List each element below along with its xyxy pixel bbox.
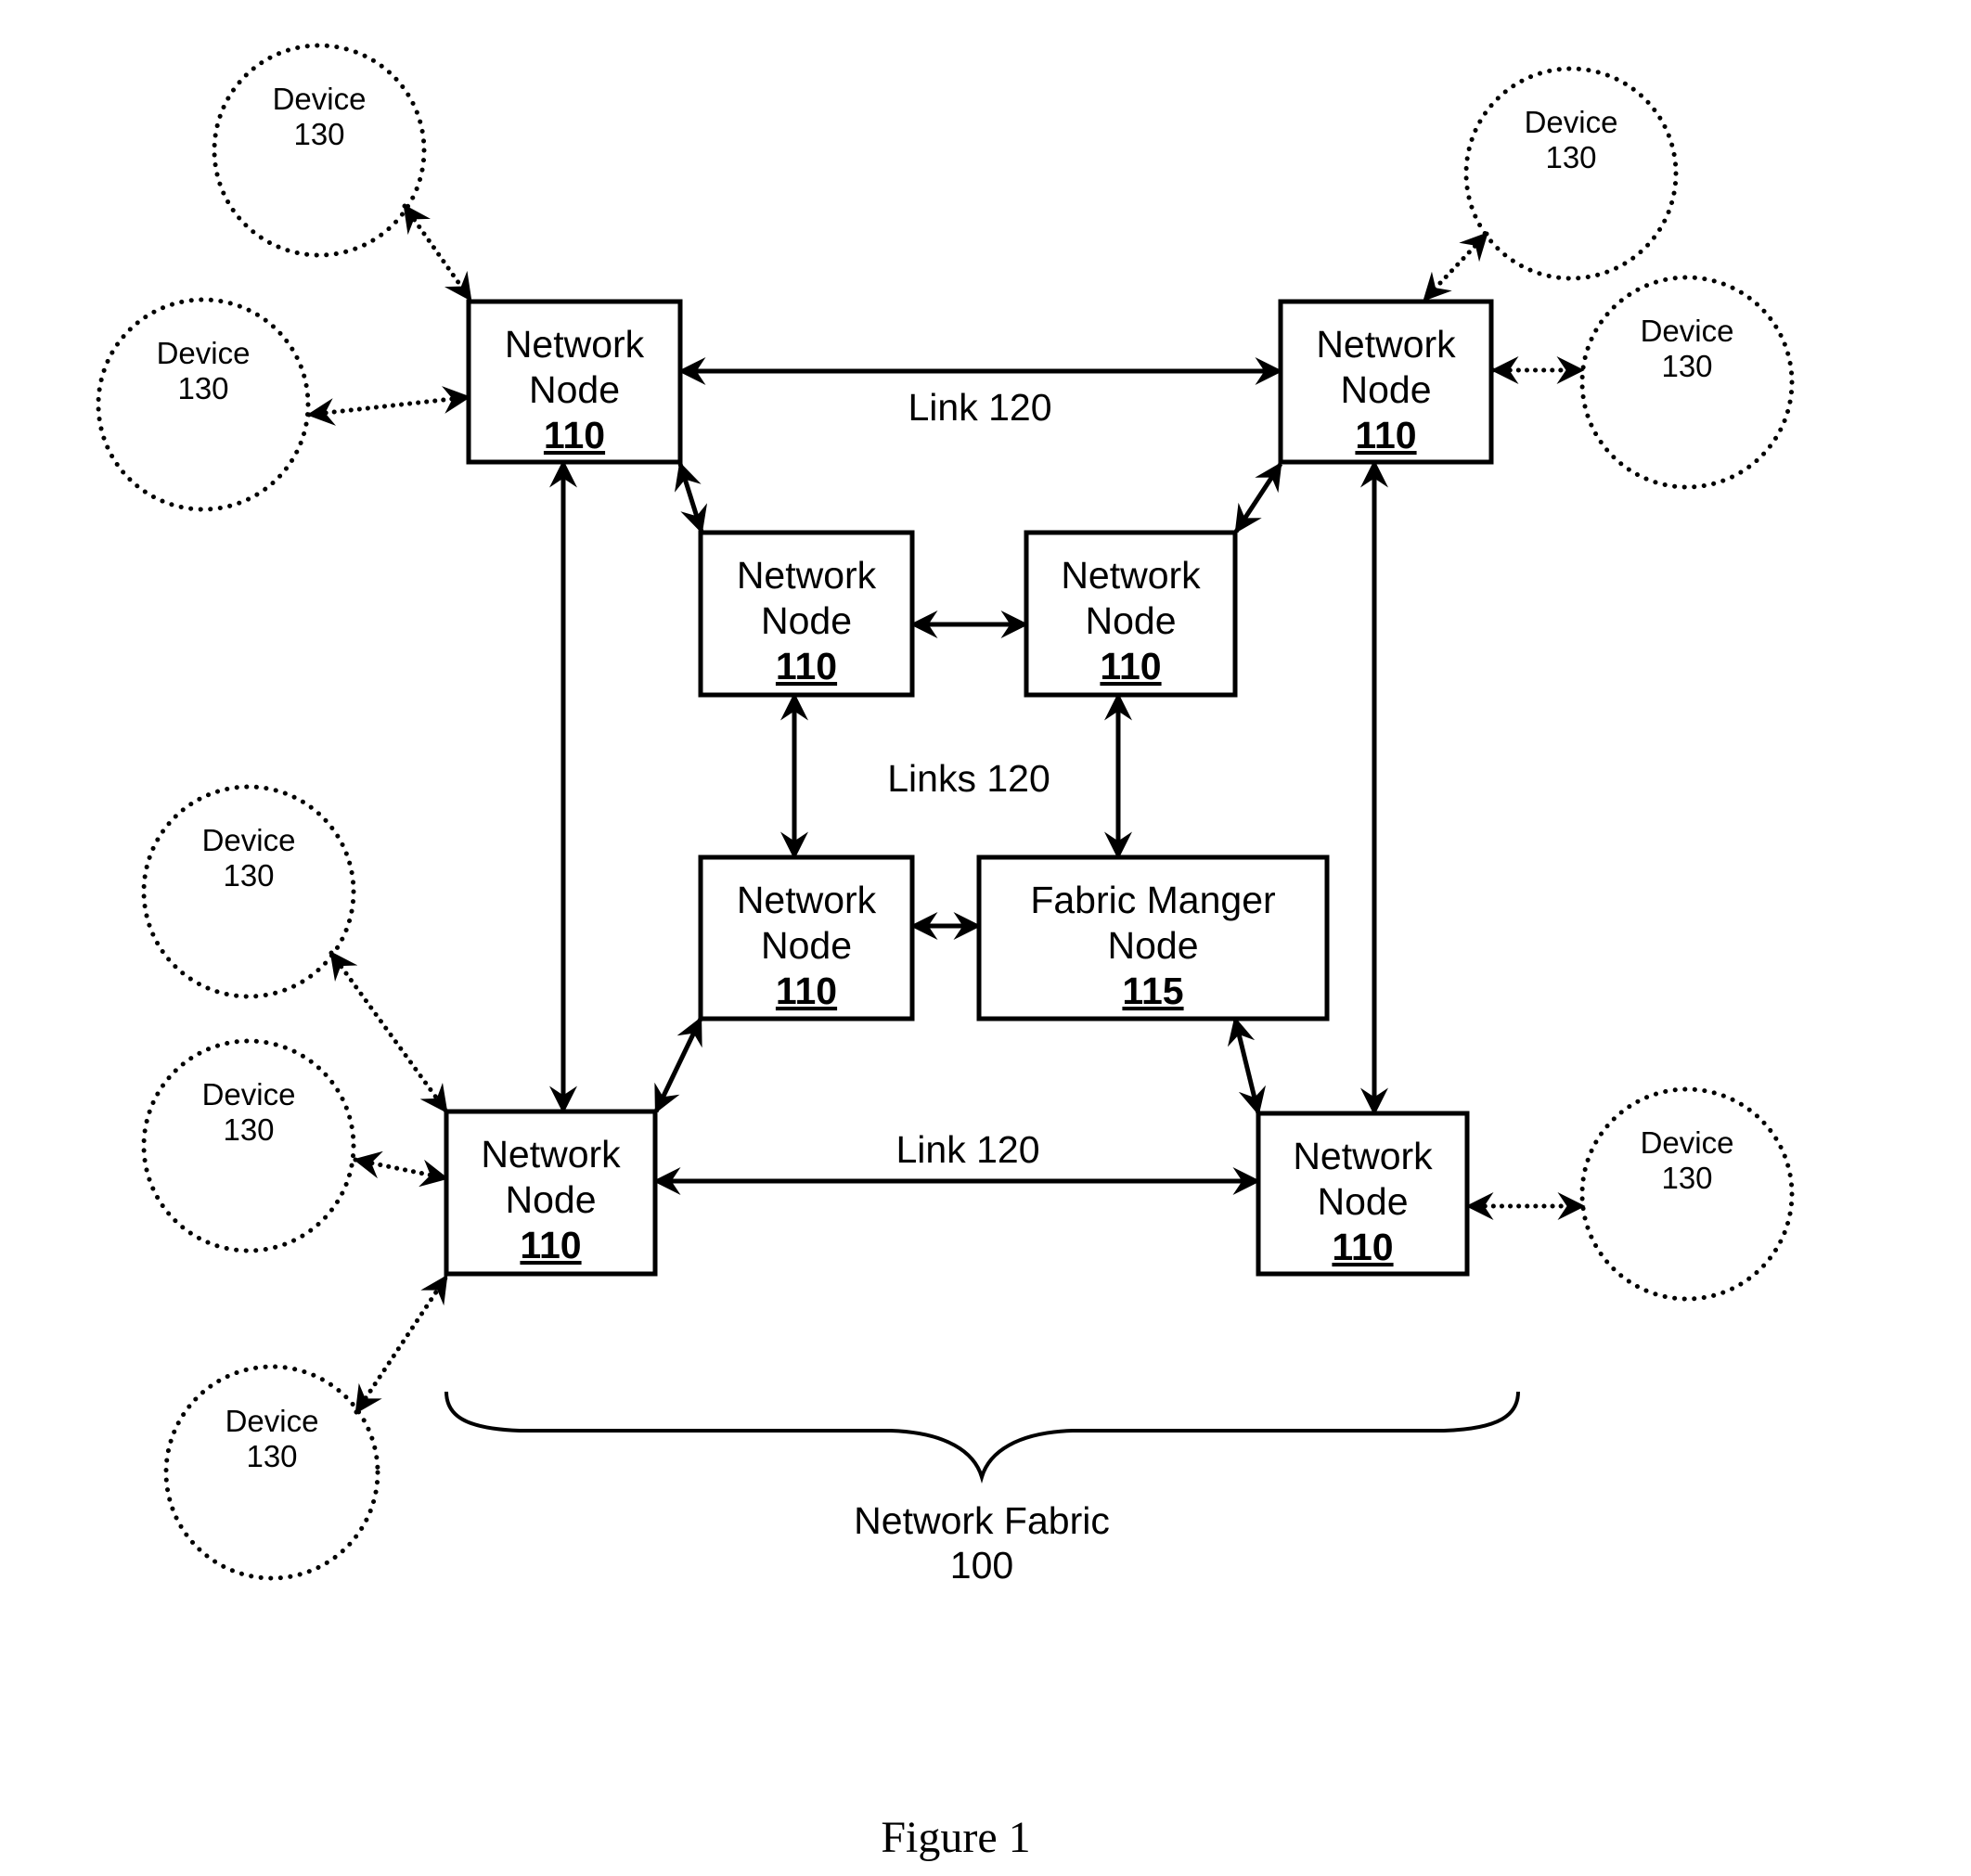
device-bottom-left-middle[interactable]: Device130 — [141, 1038, 356, 1253]
node-id: 110 — [1355, 414, 1416, 456]
node-subtitle: Node — [1085, 599, 1176, 642]
device-link-device-top-left-lower-to-node-top-left — [306, 386, 471, 426]
device-link-device-bottom-left-lower-to-node-bottom-left — [354, 1274, 449, 1415]
node-subtitle: Node — [761, 599, 852, 642]
node-title: Network — [1316, 323, 1456, 366]
node-id: 110 — [1332, 1226, 1393, 1268]
device-label: Device — [202, 823, 296, 857]
device-id: 130 — [293, 117, 344, 151]
node-subtitle: Node — [1317, 1180, 1408, 1223]
node-inner-top-right[interactable]: NetworkNode110 — [1024, 530, 1238, 698]
device-id: 130 — [1661, 1161, 1712, 1195]
device-label: Device — [225, 1404, 319, 1438]
node-top-left[interactable]: NetworkNode110 — [466, 299, 683, 465]
node-inner-bottom-left[interactable]: NetworkNode110 — [698, 854, 915, 1022]
device-link-device-top-right-upper-to-node-top-right — [1422, 231, 1489, 302]
device-label: Device — [273, 82, 367, 116]
node-top-right[interactable]: NetworkNode110 — [1278, 299, 1494, 465]
device-top-left-upper[interactable]: Device130 — [212, 43, 427, 258]
device-link-device-bottom-left-middle-to-node-bottom-left — [353, 1150, 449, 1188]
device-id: 130 — [177, 371, 228, 405]
node-subtitle: Node — [505, 1178, 596, 1221]
network-fabric-label: Network Fabric — [854, 1499, 1110, 1542]
device-bottom-left-lower[interactable]: Device130 — [163, 1364, 380, 1581]
node-subtitle: Node — [1107, 924, 1198, 967]
device-bottom-right[interactable]: Device130 — [1579, 1086, 1795, 1302]
link-node-top-left-to-node-inner-top-left — [674, 461, 708, 534]
device-bottom-left-upper[interactable]: Device130 — [141, 784, 356, 999]
node-title: Network — [737, 554, 877, 597]
node-title: Network — [1293, 1135, 1433, 1177]
link-label-bottom: Link 120 — [895, 1128, 1039, 1171]
device-label: Device — [1525, 105, 1618, 139]
node-id: 110 — [544, 414, 605, 456]
device-label: Device — [157, 336, 251, 370]
node-bottom-right[interactable]: NetworkNode110 — [1256, 1111, 1470, 1277]
node-id: 115 — [1122, 970, 1183, 1012]
device-label: Device — [1641, 314, 1734, 348]
device-top-right-upper[interactable]: Device130 — [1463, 66, 1679, 281]
node-bottom-left[interactable]: NetworkNode110 — [444, 1109, 658, 1277]
node-id: 110 — [520, 1224, 581, 1266]
figure-caption: Figure 1 — [881, 1813, 1030, 1862]
device-link-device-top-left-upper-to-node-top-left — [402, 203, 473, 302]
devices-layer: Device130Device130Device130Device130Devi… — [96, 43, 1795, 1581]
node-subtitle: Node — [1340, 368, 1431, 411]
node-id: 110 — [1100, 645, 1161, 687]
node-id: 110 — [776, 645, 837, 687]
fabric-manager-node[interactable]: Fabric MangerNode115 — [976, 854, 1330, 1022]
network-fabric-diagram: Device130Device130Device130Device130Devi… — [96, 43, 1795, 1862]
node-subtitle: Node — [761, 924, 852, 967]
node-title: Fabric Manger — [1030, 879, 1275, 921]
device-label: Device — [1641, 1125, 1734, 1160]
device-id: 130 — [223, 1112, 274, 1147]
link-node-inner-bottom-left-to-node-bottom-left — [653, 1016, 703, 1114]
node-title: Network — [737, 879, 877, 921]
device-id: 130 — [246, 1439, 297, 1473]
network-fabric-id: 100 — [950, 1544, 1013, 1587]
node-title: Network — [505, 323, 645, 366]
device-id: 130 — [1661, 349, 1712, 383]
device-link-device-bottom-left-upper-to-node-bottom-left — [328, 950, 449, 1114]
device-id: 130 — [1545, 140, 1596, 174]
link-label-top: Link 120 — [908, 386, 1051, 429]
link-node-top-right-to-node-inner-top-right — [1233, 461, 1283, 534]
device-id: 130 — [223, 858, 274, 893]
device-top-left-lower[interactable]: Device130 — [96, 297, 311, 512]
device-top-right-lower[interactable]: Device130 — [1579, 275, 1795, 490]
network-fabric-brace — [444, 1391, 1520, 1484]
link-fabric-manager-node-to-node-bottom-right — [1227, 1016, 1267, 1116]
device-label: Device — [202, 1077, 296, 1111]
node-inner-top-left[interactable]: NetworkNode110 — [698, 530, 915, 698]
link-label-middle: Links 120 — [887, 757, 1050, 800]
node-title: Network — [1061, 554, 1201, 597]
node-id: 110 — [776, 970, 837, 1012]
node-title: Network — [481, 1133, 621, 1176]
node-subtitle: Node — [529, 368, 620, 411]
